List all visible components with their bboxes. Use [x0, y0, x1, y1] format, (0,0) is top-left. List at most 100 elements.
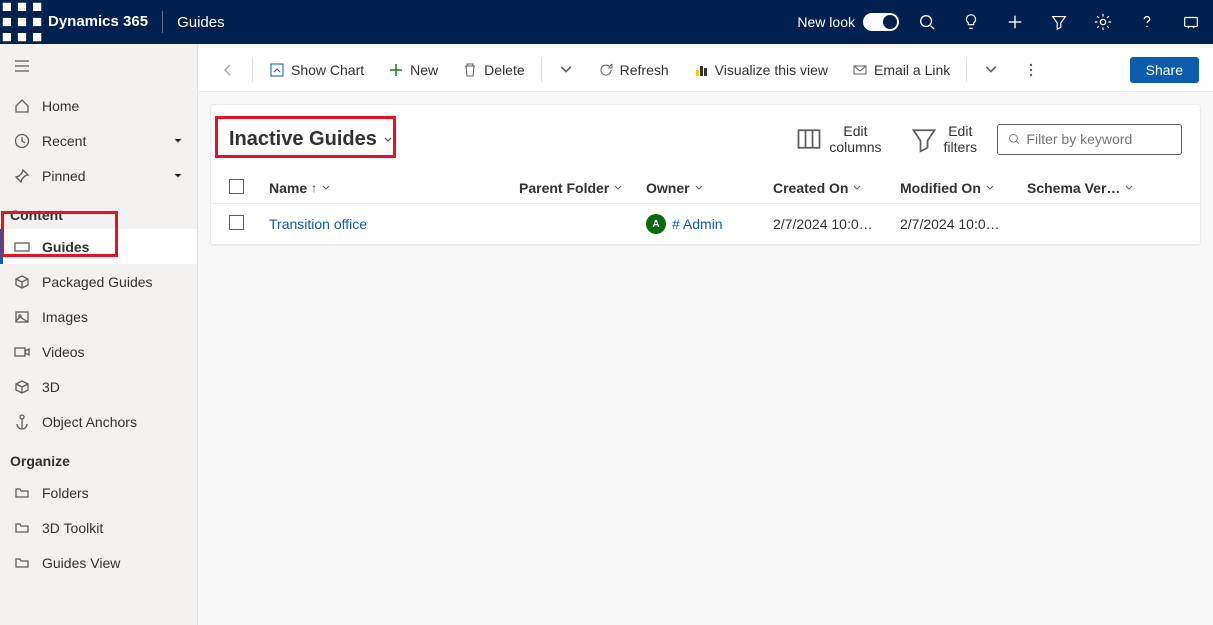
new-look-toggle[interactable]: New look: [797, 13, 899, 31]
sidebar-label: 3D: [42, 379, 60, 395]
clock-icon: [14, 133, 30, 149]
row-name-link[interactable]: Transition office: [269, 216, 367, 232]
chevron-down-icon: [852, 180, 862, 196]
package-icon: [14, 274, 30, 290]
sidebar-item-videos[interactable]: Videos: [0, 334, 197, 369]
column-header-modified[interactable]: Modified On: [900, 180, 1027, 196]
sidebar-label: Videos: [42, 344, 85, 360]
guide-icon: [14, 239, 30, 255]
edit-columns-button[interactable]: Edit columns: [787, 119, 889, 159]
sidebar-item-3d-toolkit[interactable]: 3D Toolkit: [0, 510, 197, 545]
sidebar-item-images[interactable]: Images: [0, 299, 197, 334]
sidebar-item-guides-view[interactable]: Guides View: [0, 545, 197, 580]
column-header-schema[interactable]: Schema Ver…: [1027, 180, 1137, 196]
show-chart-button[interactable]: Show Chart: [261, 58, 372, 82]
row-checkbox[interactable]: [229, 215, 244, 230]
email-dropdown[interactable]: [975, 58, 1007, 82]
visualize-button[interactable]: Visualize this view: [685, 58, 836, 82]
row-owner[interactable]: A # Admin: [646, 214, 773, 234]
home-icon: [14, 98, 30, 114]
sidebar-item-packaged-guides[interactable]: Packaged Guides: [0, 264, 197, 299]
top-header: Dynamics 365 Guides New look: [0, 0, 1213, 44]
col-label: Modified On: [900, 180, 981, 196]
col-label: Owner: [646, 180, 690, 196]
filter-search[interactable]: [997, 124, 1182, 155]
sidebar-label: Home: [42, 98, 79, 114]
avatar: A: [646, 214, 666, 234]
cmd-label: Delete: [484, 62, 524, 78]
sidebar: Home Recent Pinned Content Guides: [0, 44, 198, 625]
view-header: Inactive Guides Edit columns Edit filter…: [211, 105, 1200, 173]
back-button[interactable]: [212, 58, 244, 82]
hamburger-icon[interactable]: [14, 58, 30, 74]
col-label: Schema Ver…: [1027, 180, 1120, 196]
sidebar-item-guides[interactable]: Guides: [0, 229, 197, 264]
anchor-icon: [14, 414, 30, 430]
sidebar-item-pinned[interactable]: Pinned: [0, 158, 197, 193]
header-icons: [905, 0, 1213, 44]
sidebar-label: Guides: [42, 239, 89, 255]
email-link-button[interactable]: Email a Link: [844, 58, 958, 82]
folder-icon: [14, 555, 30, 571]
app-launcher-icon[interactable]: [0, 0, 44, 44]
chevron-down-icon: [1124, 180, 1134, 196]
help-icon[interactable]: [1125, 0, 1169, 44]
sidebar-item-folders[interactable]: Folders: [0, 475, 197, 510]
cmd-label: Show Chart: [291, 62, 364, 78]
video-icon: [14, 344, 30, 360]
sidebar-label: Object Anchors: [42, 414, 137, 430]
sidebar-label: Pinned: [42, 168, 86, 184]
view-title-dropdown[interactable]: Inactive Guides: [229, 128, 393, 151]
sidebar-section-content: Content: [0, 193, 197, 229]
sidebar-item-recent[interactable]: Recent: [0, 123, 197, 158]
share-button[interactable]: Share: [1130, 57, 1199, 83]
search-icon[interactable]: [905, 0, 949, 44]
cmd-label: Email a Link: [874, 62, 950, 78]
sidebar-item-3d[interactable]: 3D: [0, 369, 197, 404]
sidebar-item-home[interactable]: Home: [0, 88, 197, 123]
owner-link[interactable]: # Admin: [672, 216, 723, 232]
more-commands-button[interactable]: [1015, 58, 1047, 82]
delete-button[interactable]: Delete: [454, 58, 532, 82]
hdrbtn-label: Edit filters: [944, 123, 977, 155]
plus-icon[interactable]: [993, 0, 1037, 44]
sidebar-label: Folders: [42, 485, 89, 501]
sidebar-item-object-anchors[interactable]: Object Anchors: [0, 404, 197, 439]
sidebar-label: Recent: [42, 133, 86, 149]
cmd-label: New: [410, 62, 438, 78]
column-header-name[interactable]: Name ↑: [269, 180, 519, 196]
chevron-down-icon: [321, 180, 331, 196]
lightbulb-icon[interactable]: [949, 0, 993, 44]
select-all-checkbox[interactable]: [229, 179, 244, 194]
sidebar-label: Packaged Guides: [42, 274, 153, 290]
chevron-down-icon: [173, 168, 183, 184]
assistant-icon[interactable]: [1169, 0, 1213, 44]
filter-icon[interactable]: [1037, 0, 1081, 44]
chevron-down-icon: [613, 180, 623, 196]
view-title-label: Inactive Guides: [229, 128, 377, 151]
cmd-label: Refresh: [620, 62, 669, 78]
grid-header: Name ↑ Parent Folder Owner Created On: [211, 173, 1200, 204]
column-header-owner[interactable]: Owner: [646, 180, 773, 196]
edit-filters-button[interactable]: Edit filters: [902, 119, 985, 159]
col-label: Name: [269, 180, 307, 196]
content-card: Inactive Guides Edit columns Edit filter…: [210, 104, 1201, 246]
app-name[interactable]: Guides: [163, 14, 239, 31]
toggle-switch[interactable]: [863, 13, 899, 31]
chevron-down-icon: [383, 128, 393, 151]
refresh-button[interactable]: Refresh: [590, 58, 677, 82]
image-icon: [14, 309, 30, 325]
delete-dropdown[interactable]: [550, 58, 582, 82]
folder-icon: [14, 520, 30, 536]
new-button[interactable]: New: [380, 58, 446, 82]
cmd-label: Visualize this view: [715, 62, 828, 78]
row-modified: 2/7/2024 10:0…: [900, 216, 1027, 232]
filter-input[interactable]: [1026, 131, 1171, 147]
gear-icon[interactable]: [1081, 0, 1125, 44]
sidebar-label: Guides View: [42, 555, 120, 571]
column-header-parent[interactable]: Parent Folder: [519, 180, 646, 196]
sidebar-section-organize: Organize: [0, 439, 197, 475]
column-header-created[interactable]: Created On: [773, 180, 900, 196]
brand-label: Dynamics 365: [44, 11, 163, 33]
table-row[interactable]: Transition office A # Admin 2/7/2024 10:…: [211, 204, 1200, 245]
